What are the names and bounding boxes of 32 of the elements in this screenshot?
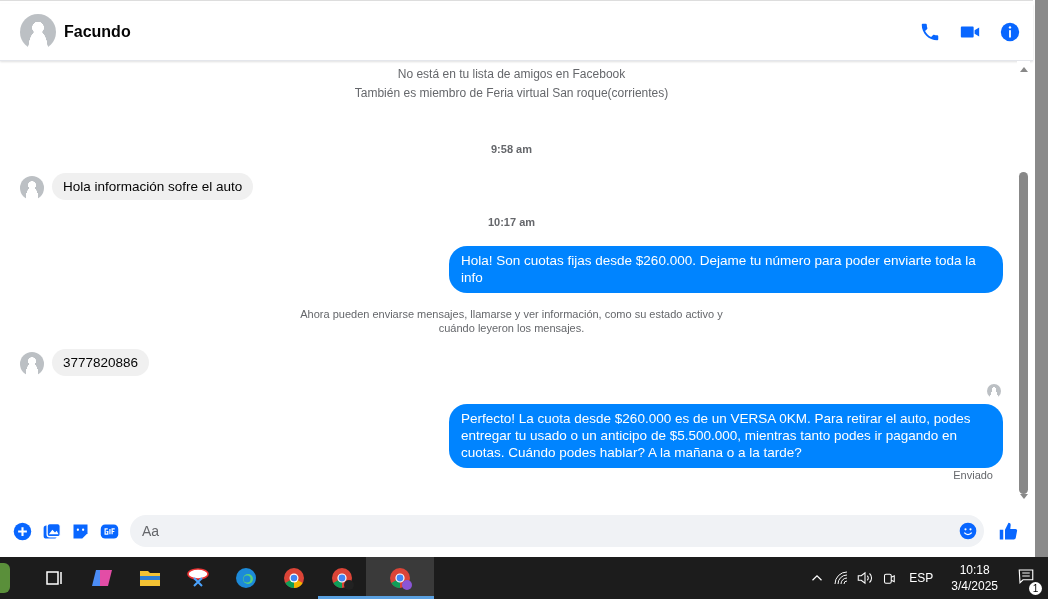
timestamp: 9:58 am xyxy=(491,143,532,155)
speaker-icon[interactable] xyxy=(856,569,875,587)
chrome-profile-icon[interactable] xyxy=(388,566,412,590)
notification-count: 1 xyxy=(1029,582,1042,595)
info-text: No está en tu lista de amigos en Facebook xyxy=(397,66,626,83)
phone-icon[interactable] xyxy=(919,21,941,43)
read-receipt-avatar xyxy=(987,384,1001,398)
scrollbar[interactable] xyxy=(1035,0,1048,557)
message-input[interactable]: Aa xyxy=(130,515,984,547)
info-text: También es miembro de Feria virtual San roque(corrientes) xyxy=(354,85,669,102)
message-bubble: 3777820886 xyxy=(52,349,150,376)
chrome-profile-icon[interactable] xyxy=(330,566,354,590)
avatar xyxy=(20,352,44,376)
avatar xyxy=(20,176,44,200)
message-bubble: Hola! Son cuotas fijas desde $260.000. Dejame tu número para poder enviarte toda la info xyxy=(449,246,1003,293)
clock-date[interactable]: 3/4/2025 xyxy=(951,578,998,594)
timestamp: 10:17 am xyxy=(487,216,536,228)
emoji-icon[interactable] xyxy=(958,521,978,541)
info-text: Ahora pueden enviarse mensajes, llamarse y ver información, como su estado activo y cuándo leyeron los mensajes. xyxy=(299,307,724,335)
plus-icon[interactable] xyxy=(12,520,33,542)
chrome-icon[interactable] xyxy=(282,566,306,590)
contact-name: Facundo xyxy=(64,23,132,41)
message-status: Enviado xyxy=(953,469,993,481)
info-icon[interactable] xyxy=(999,21,1021,43)
language-indicator[interactable]: ESP xyxy=(909,571,934,585)
clock-time[interactable]: 10:18 xyxy=(959,562,990,578)
notification-icon[interactable] xyxy=(1017,567,1035,585)
browser-icon[interactable] xyxy=(234,566,258,590)
message-bubble: Hola información sofre el auto xyxy=(52,173,254,200)
avatar xyxy=(20,14,56,50)
thumbs-up-icon[interactable] xyxy=(998,520,1019,542)
message-bubble: Perfecto! La cuota desde $260.000 es de un VERSA 0KM. Para retirar el auto, podes entregar tu usado o un anticipo de $5.500.000, mientras tanto podes ir pagando en cuotas. Cuándo podes hablar? A la mañana o a la tarde? xyxy=(449,404,1003,468)
